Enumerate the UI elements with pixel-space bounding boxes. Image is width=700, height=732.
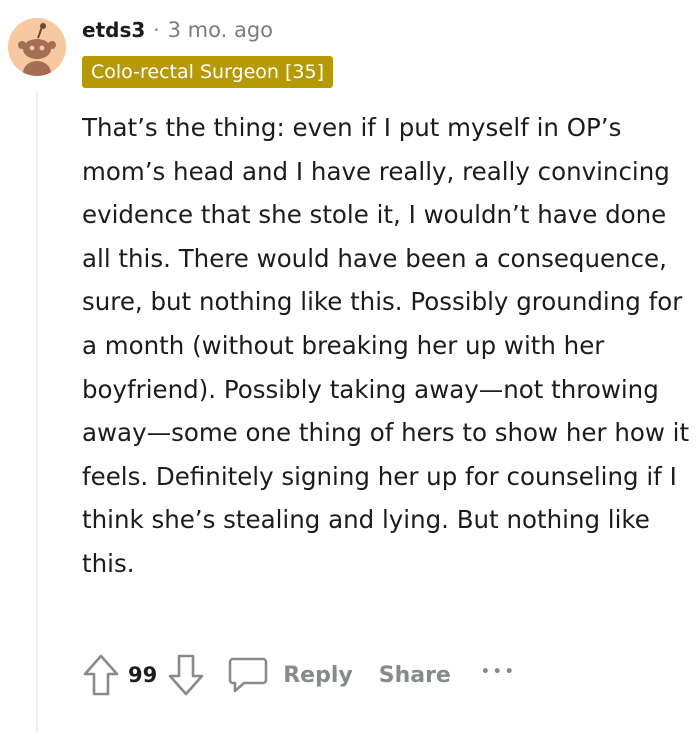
comment: etds3 · 3 mo. ago Colo-rectal Surgeon [3… (0, 0, 700, 732)
arrow-up-icon (83, 654, 119, 696)
comment-meta: etds3 · 3 mo. ago (82, 15, 273, 45)
meta-separator: · (153, 18, 160, 42)
more-options-button[interactable]: ••• (481, 663, 517, 688)
share-button[interactable]: Share (379, 663, 451, 688)
arrow-down-icon (168, 654, 204, 696)
downvote-button[interactable] (167, 653, 205, 697)
username[interactable]: etds3 (82, 18, 145, 42)
thread-line[interactable] (36, 92, 38, 732)
avatar[interactable] (8, 18, 66, 76)
comment-body: That’s the thing: even if I put myself i… (82, 113, 690, 578)
timestamp[interactable]: 3 mo. ago (168, 18, 273, 42)
comment-actions: 99 Reply Share ••• (82, 652, 517, 698)
user-flair: Colo-rectal Surgeon [35] (82, 56, 333, 88)
ellipsis-icon: ••• (480, 663, 517, 680)
upvote-button[interactable] (82, 653, 120, 697)
reply-button[interactable]: Reply (227, 655, 353, 695)
snoo-avatar-icon (8, 18, 66, 76)
reply-label: Reply (283, 662, 353, 688)
vote-count: 99 (128, 663, 158, 687)
comment-bubble-icon (228, 657, 268, 693)
